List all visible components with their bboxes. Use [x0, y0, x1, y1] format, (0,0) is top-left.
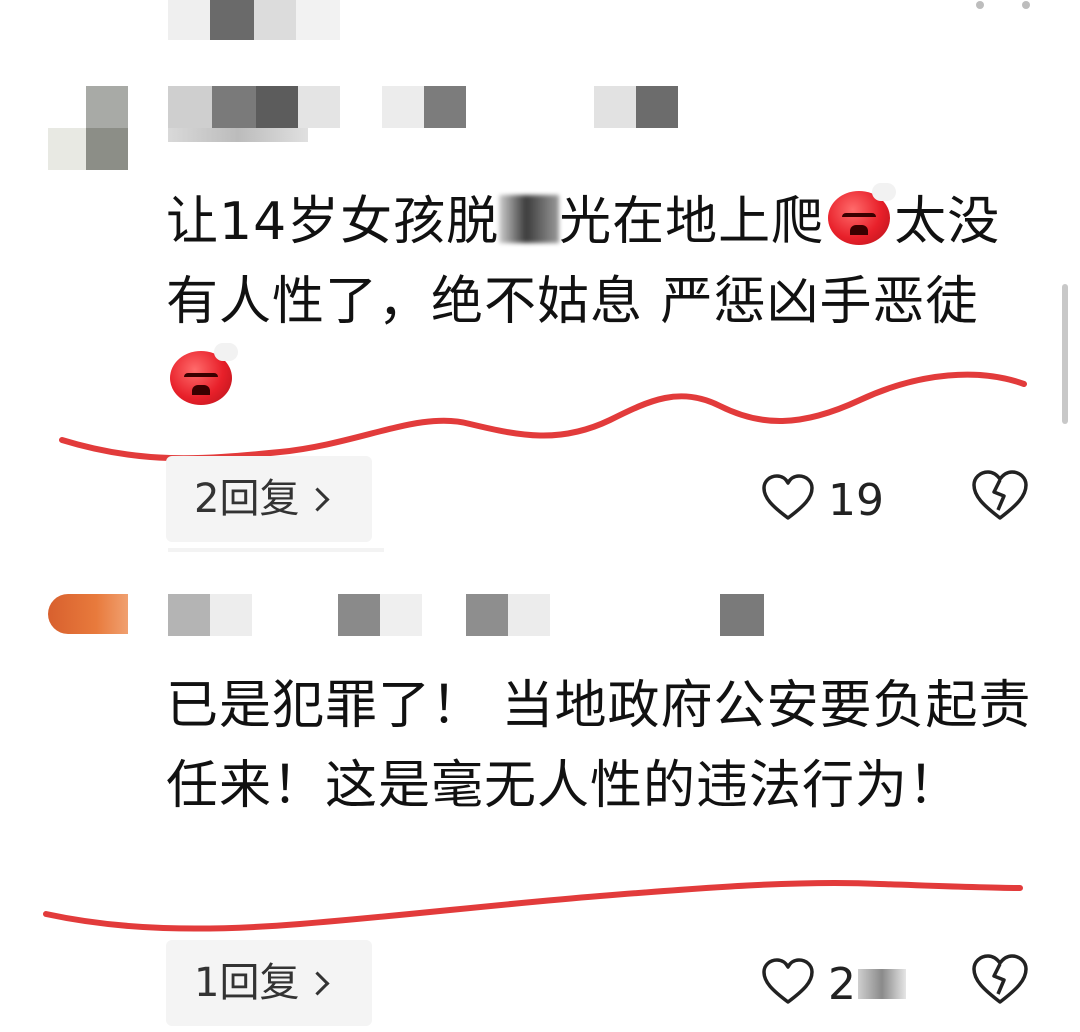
- like-count: 19: [828, 474, 884, 526]
- like-group: 19: [762, 470, 884, 530]
- scrollbar-thumb[interactable]: [1062, 284, 1068, 424]
- heart-outline-icon[interactable]: [762, 474, 814, 526]
- view-replies-button[interactable]: 2回复: [166, 456, 372, 542]
- reply-count: 2回复: [194, 476, 300, 522]
- comment-list-screen: 让14岁女孩脱 光在地上爬 太没有人性了，绝不姑息 严惩凶手恶徒 2回复 19 已是…: [0, 0, 1080, 1032]
- chevron-right-icon: [305, 487, 330, 512]
- more-dots-icon[interactable]: [968, 0, 1038, 14]
- like-group: 2: [762, 954, 906, 1014]
- angry-face-emoji: [828, 183, 897, 245]
- pixelated-username[interactable]: [168, 86, 688, 128]
- divider: [168, 548, 384, 552]
- chevron-right-icon: [305, 971, 330, 996]
- comment-text: 已是犯罪了！ 当地政府公安要负起责任来！这是毫无人性的违法行为！: [166, 676, 1032, 816]
- pixelated-like-count: [858, 969, 906, 999]
- pixelated-username[interactable]: [168, 594, 768, 636]
- avatar[interactable]: [48, 86, 128, 170]
- red-underline-annotation: [43, 879, 1023, 932]
- pixelated-subtitle: [168, 128, 308, 142]
- view-replies-button[interactable]: 1回复: [166, 940, 372, 1026]
- avatar[interactable]: [48, 594, 128, 638]
- censor-blur: [499, 195, 560, 243]
- broken-heart-icon[interactable]: [972, 954, 1028, 1006]
- like-count: 2: [828, 958, 856, 1010]
- heart-outline-icon[interactable]: [762, 958, 814, 1010]
- broken-heart-icon[interactable]: [972, 470, 1028, 522]
- red-underline-annotation: [59, 371, 1027, 462]
- reply-count: 1回复: [194, 960, 300, 1006]
- pixelated-username-top: [168, 0, 340, 40]
